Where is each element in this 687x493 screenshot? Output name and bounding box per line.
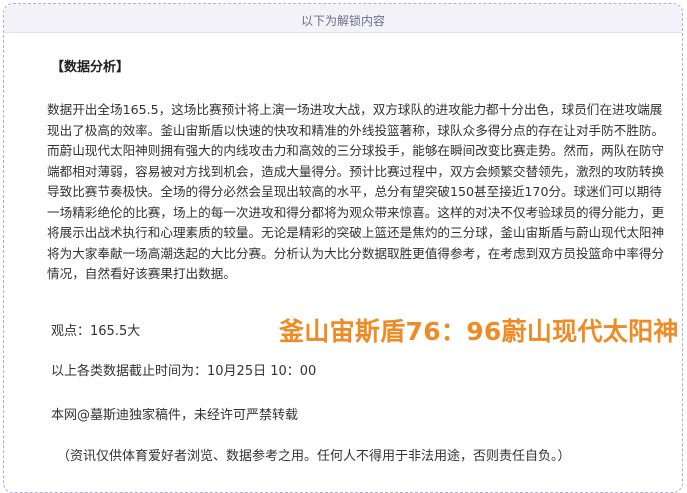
score-prediction: 釜山宙斯盾76：96蔚山现代太阳神 <box>279 317 679 346</box>
opinion-text: 观点：165.5大 <box>51 324 141 339</box>
panel-title: 以下为解锁内容 <box>300 14 385 28</box>
data-cutoff-time: 以上各类数据截止时间为：10月25日 10：00 <box>51 364 317 379</box>
unlocked-content-panel: 以下为解锁内容 【数据分析】 数据开出全场165.5，这场比赛预计将上演一场进攻… <box>3 3 683 493</box>
panel-header: 以下为解锁内容 <box>4 4 682 33</box>
copyright-notice: 本网@墓斯迪独家稿件，未经许可严禁转载 <box>51 408 299 423</box>
section-heading: 【数据分析】 <box>51 60 130 75</box>
disclaimer-text: （资讯仅供体育爱好者浏览、数据参考之用。任何人不得用于非法用途，否则责任自负。） <box>57 449 571 464</box>
analysis-paragraph: 数据开出全场165.5，这场比赛预计将上演一场进攻大战，双方球队的进攻能力都十分… <box>47 102 665 281</box>
